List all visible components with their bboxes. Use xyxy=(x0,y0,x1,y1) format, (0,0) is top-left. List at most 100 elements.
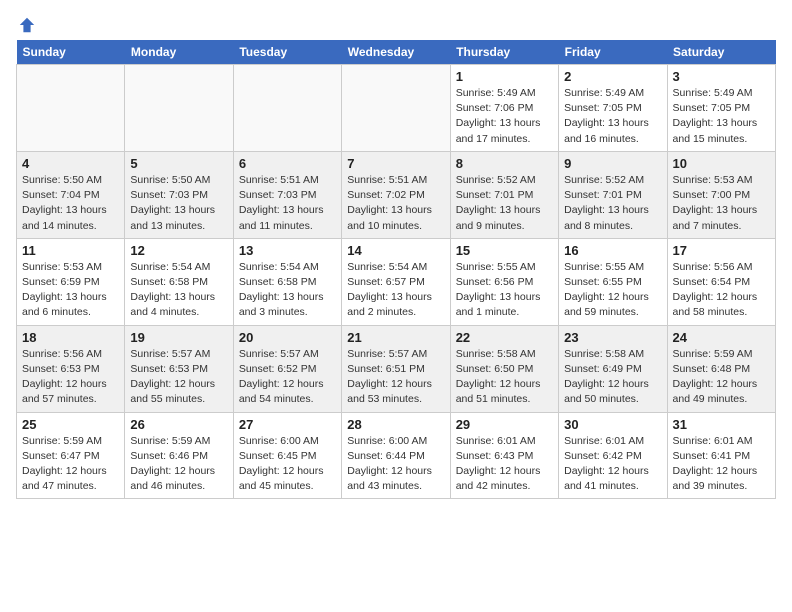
calendar-header-tuesday: Tuesday xyxy=(233,40,341,65)
day-number: 20 xyxy=(239,330,336,345)
day-info: Sunrise: 6:00 AM Sunset: 6:45 PM Dayligh… xyxy=(239,434,336,495)
day-info: Sunrise: 6:01 AM Sunset: 6:42 PM Dayligh… xyxy=(564,434,661,495)
calendar-cell: 16 Sunrise: 5:55 AM Sunset: 6:55 PM Dayli… xyxy=(559,238,667,325)
day-number: 29 xyxy=(456,417,553,432)
day-info: Sunrise: 5:53 AM Sunset: 7:00 PM Dayligh… xyxy=(673,173,770,234)
calendar-cell: 27 Sunrise: 6:00 AM Sunset: 6:45 PM Dayli… xyxy=(233,412,341,499)
day-number: 18 xyxy=(22,330,119,345)
calendar-cell: 22 Sunrise: 5:58 AM Sunset: 6:50 PM Dayli… xyxy=(450,325,558,412)
calendar-cell: 15 Sunrise: 5:55 AM Sunset: 6:56 PM Dayli… xyxy=(450,238,558,325)
day-info: Sunrise: 5:58 AM Sunset: 6:49 PM Dayligh… xyxy=(564,347,661,408)
calendar-cell: 12 Sunrise: 5:54 AM Sunset: 6:58 PM Dayli… xyxy=(125,238,233,325)
day-info: Sunrise: 5:49 AM Sunset: 7:05 PM Dayligh… xyxy=(673,86,770,147)
day-info: Sunrise: 5:56 AM Sunset: 6:54 PM Dayligh… xyxy=(673,260,770,321)
day-info: Sunrise: 6:01 AM Sunset: 6:43 PM Dayligh… xyxy=(456,434,553,495)
day-info: Sunrise: 5:50 AM Sunset: 7:03 PM Dayligh… xyxy=(130,173,227,234)
calendar-week-4: 18Sunrise: 5:56 AM Sunset: 6:53 PM Dayli… xyxy=(17,325,776,412)
calendar-cell: 25Sunrise: 5:59 AM Sunset: 6:47 PM Dayli… xyxy=(17,412,125,499)
day-number: 15 xyxy=(456,243,553,258)
day-info: Sunrise: 5:53 AM Sunset: 6:59 PM Dayligh… xyxy=(22,260,119,321)
calendar-cell xyxy=(17,65,125,152)
calendar-cell: 28Sunrise: 6:00 AM Sunset: 6:44 PM Dayli… xyxy=(342,412,450,499)
calendar-cell: 26 Sunrise: 5:59 AM Sunset: 6:46 PM Dayli… xyxy=(125,412,233,499)
calendar-cell: 21 Sunrise: 5:57 AM Sunset: 6:51 PM Dayli… xyxy=(342,325,450,412)
day-info: Sunrise: 5:58 AM Sunset: 6:50 PM Dayligh… xyxy=(456,347,553,408)
calendar-cell: 23 Sunrise: 5:58 AM Sunset: 6:49 PM Dayli… xyxy=(559,325,667,412)
day-number: 28 xyxy=(347,417,444,432)
calendar-header-friday: Friday xyxy=(559,40,667,65)
day-number: 11 xyxy=(22,243,119,258)
day-number: 25 xyxy=(22,417,119,432)
day-info: Sunrise: 5:50 AM Sunset: 7:04 PM Dayligh… xyxy=(22,173,119,234)
day-info: Sunrise: 5:57 AM Sunset: 6:53 PM Dayligh… xyxy=(130,347,227,408)
calendar-cell: 14Sunrise: 5:54 AM Sunset: 6:57 PM Dayli… xyxy=(342,238,450,325)
calendar-week-3: 11 Sunrise: 5:53 AM Sunset: 6:59 PM Dayli… xyxy=(17,238,776,325)
day-number: 24 xyxy=(673,330,770,345)
calendar-header-wednesday: Wednesday xyxy=(342,40,450,65)
day-info: Sunrise: 5:59 AM Sunset: 6:46 PM Dayligh… xyxy=(130,434,227,495)
day-number: 10 xyxy=(673,156,770,171)
day-number: 7 xyxy=(347,156,444,171)
day-number: 22 xyxy=(456,330,553,345)
calendar-week-1: 1 Sunrise: 5:49 AM Sunset: 7:06 PM Daylig… xyxy=(17,65,776,152)
calendar-cell: 6 Sunrise: 5:51 AM Sunset: 7:03 PM Daylig… xyxy=(233,151,341,238)
page-header xyxy=(16,16,776,30)
day-info: Sunrise: 5:52 AM Sunset: 7:01 PM Dayligh… xyxy=(456,173,553,234)
day-number: 31 xyxy=(673,417,770,432)
calendar-cell: 10 Sunrise: 5:53 AM Sunset: 7:00 PM Dayli… xyxy=(667,151,775,238)
calendar-cell: 29 Sunrise: 6:01 AM Sunset: 6:43 PM Dayli… xyxy=(450,412,558,499)
calendar-header-row: SundayMondayTuesdayWednesdayThursdayFrid… xyxy=(17,40,776,65)
day-number: 16 xyxy=(564,243,661,258)
calendar-header-saturday: Saturday xyxy=(667,40,775,65)
day-info: Sunrise: 5:57 AM Sunset: 6:51 PM Dayligh… xyxy=(347,347,444,408)
day-info: Sunrise: 5:49 AM Sunset: 7:06 PM Dayligh… xyxy=(456,86,553,147)
calendar-cell: 4 Sunrise: 5:50 AM Sunset: 7:04 PM Daylig… xyxy=(17,151,125,238)
calendar-cell xyxy=(233,65,341,152)
day-info: Sunrise: 5:54 AM Sunset: 6:58 PM Dayligh… xyxy=(130,260,227,321)
calendar-header-monday: Monday xyxy=(125,40,233,65)
day-number: 27 xyxy=(239,417,336,432)
day-number: 9 xyxy=(564,156,661,171)
day-info: Sunrise: 5:59 AM Sunset: 6:48 PM Dayligh… xyxy=(673,347,770,408)
day-number: 3 xyxy=(673,69,770,84)
calendar-cell: 3 Sunrise: 5:49 AM Sunset: 7:05 PM Daylig… xyxy=(667,65,775,152)
calendar-week-5: 25Sunrise: 5:59 AM Sunset: 6:47 PM Dayli… xyxy=(17,412,776,499)
calendar-cell: 7 Sunrise: 5:51 AM Sunset: 7:02 PM Daylig… xyxy=(342,151,450,238)
day-number: 5 xyxy=(130,156,227,171)
calendar-cell: 13Sunrise: 5:54 AM Sunset: 6:58 PM Dayli… xyxy=(233,238,341,325)
calendar-table: SundayMondayTuesdayWednesdayThursdayFrid… xyxy=(16,40,776,499)
calendar-cell: 9 Sunrise: 5:52 AM Sunset: 7:01 PM Daylig… xyxy=(559,151,667,238)
day-number: 17 xyxy=(673,243,770,258)
calendar-cell: 17 Sunrise: 5:56 AM Sunset: 6:54 PM Dayli… xyxy=(667,238,775,325)
calendar-cell: 5 Sunrise: 5:50 AM Sunset: 7:03 PM Daylig… xyxy=(125,151,233,238)
calendar-cell: 11 Sunrise: 5:53 AM Sunset: 6:59 PM Dayli… xyxy=(17,238,125,325)
day-number: 13 xyxy=(239,243,336,258)
day-number: 2 xyxy=(564,69,661,84)
calendar-cell: 1 Sunrise: 5:49 AM Sunset: 7:06 PM Daylig… xyxy=(450,65,558,152)
calendar-header-thursday: Thursday xyxy=(450,40,558,65)
day-number: 30 xyxy=(564,417,661,432)
day-info: Sunrise: 5:55 AM Sunset: 6:55 PM Dayligh… xyxy=(564,260,661,321)
day-info: Sunrise: 6:01 AM Sunset: 6:41 PM Dayligh… xyxy=(673,434,770,495)
day-info: Sunrise: 5:52 AM Sunset: 7:01 PM Dayligh… xyxy=(564,173,661,234)
day-info: Sunrise: 5:57 AM Sunset: 6:52 PM Dayligh… xyxy=(239,347,336,408)
logo xyxy=(16,16,36,30)
day-number: 23 xyxy=(564,330,661,345)
day-info: Sunrise: 5:51 AM Sunset: 7:02 PM Dayligh… xyxy=(347,173,444,234)
day-number: 21 xyxy=(347,330,444,345)
day-number: 1 xyxy=(456,69,553,84)
calendar-cell: 20 Sunrise: 5:57 AM Sunset: 6:52 PM Dayli… xyxy=(233,325,341,412)
calendar-cell xyxy=(342,65,450,152)
calendar-cell: 30 Sunrise: 6:01 AM Sunset: 6:42 PM Dayli… xyxy=(559,412,667,499)
calendar-cell: 2 Sunrise: 5:49 AM Sunset: 7:05 PM Daylig… xyxy=(559,65,667,152)
day-info: Sunrise: 5:51 AM Sunset: 7:03 PM Dayligh… xyxy=(239,173,336,234)
day-number: 6 xyxy=(239,156,336,171)
day-number: 8 xyxy=(456,156,553,171)
day-number: 12 xyxy=(130,243,227,258)
day-info: Sunrise: 5:49 AM Sunset: 7:05 PM Dayligh… xyxy=(564,86,661,147)
day-info: Sunrise: 5:55 AM Sunset: 6:56 PM Dayligh… xyxy=(456,260,553,321)
calendar-header-sunday: Sunday xyxy=(17,40,125,65)
day-number: 4 xyxy=(22,156,119,171)
calendar-cell: 8 Sunrise: 5:52 AM Sunset: 7:01 PM Daylig… xyxy=(450,151,558,238)
day-number: 26 xyxy=(130,417,227,432)
